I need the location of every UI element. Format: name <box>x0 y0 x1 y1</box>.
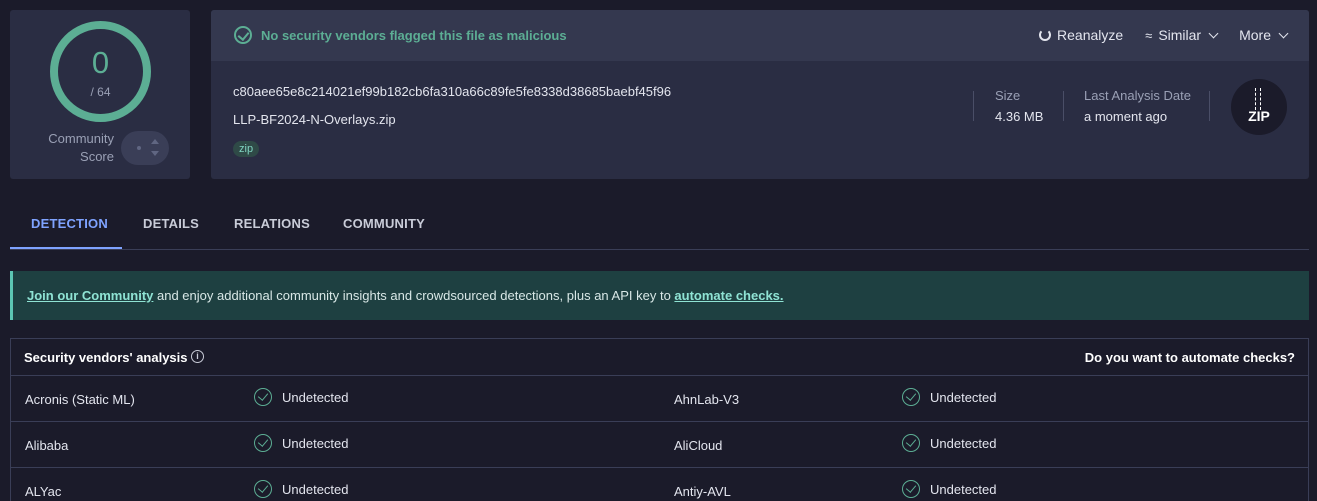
vendor-result: Undetected <box>902 480 997 498</box>
file-name: LLP-BF2024-N-Overlays.zip <box>233 112 396 127</box>
table-row: Acronis (Static ML) Undetected AhnLab-V3… <box>11 376 1308 422</box>
vendor-name: Antiy-AVL <box>674 484 731 499</box>
check-circle-icon <box>234 26 252 44</box>
vote-indicator-icon <box>137 146 141 150</box>
detection-score-ring: 0 / 64 <box>50 21 151 122</box>
file-info-card: No security vendors flagged this file as… <box>211 10 1309 179</box>
vendor-result: Undetected <box>254 480 349 498</box>
reload-icon <box>1039 29 1052 41</box>
vendor-name: AliCloud <box>674 438 723 453</box>
info-icon[interactable]: i <box>191 350 204 363</box>
vendor-result: Undetected <box>254 434 349 452</box>
check-circle-icon <box>254 434 272 452</box>
table-row: ALYac Undetected Antiy-AVL Undetected <box>11 468 1308 501</box>
chevron-down-icon <box>1208 28 1219 38</box>
vendor-name: Alibaba <box>25 438 69 453</box>
vendor-name: Acronis (Static ML) <box>25 392 135 407</box>
verdict-banner: No security vendors flagged this file as… <box>211 10 1309 61</box>
file-type-tag[interactable]: zip <box>233 141 260 157</box>
divider <box>1209 91 1210 121</box>
table-row: Alibaba Undetected AliCloud Undetected <box>11 422 1308 468</box>
chevron-down-icon <box>1278 28 1289 38</box>
last-analysis-date: Last Analysis Date a moment ago <box>1084 88 1191 124</box>
divider <box>973 91 974 121</box>
reanalyze-button[interactable]: Reanalyze <box>1039 27 1123 43</box>
file-size: Size 4.36 MB <box>995 88 1044 124</box>
tab-relations[interactable]: RELATIONS <box>234 216 310 231</box>
more-button[interactable]: More <box>1239 27 1289 43</box>
downvote-icon[interactable] <box>151 151 159 156</box>
tab-details[interactable]: DETAILS <box>143 216 199 231</box>
community-vote-toggle[interactable] <box>121 131 169 165</box>
vendors-header: Security vendors' analysis i Do you want… <box>11 339 1308 376</box>
vendors-title: Security vendors' analysis <box>24 350 188 365</box>
tab-detection[interactable]: DETECTION <box>31 216 108 231</box>
file-actions: Reanalyze ≈ Similar More <box>1039 27 1289 43</box>
check-circle-icon <box>254 388 272 406</box>
zip-file-icon: ZIP <box>1231 79 1287 135</box>
similar-button[interactable]: ≈ Similar <box>1145 27 1219 43</box>
vendors-analysis-table: Security vendors' analysis i Do you want… <box>10 338 1309 501</box>
join-community-text: and enjoy additional community insights … <box>153 288 675 303</box>
tab-community[interactable]: COMMUNITY <box>343 216 425 231</box>
join-community-link[interactable]: Join our Community <box>27 288 153 303</box>
upvote-icon[interactable] <box>151 139 159 144</box>
check-circle-icon <box>902 388 920 406</box>
vendor-result: Undetected <box>902 434 997 452</box>
check-circle-icon <box>902 434 920 452</box>
vendor-result: Undetected <box>902 388 997 406</box>
vendor-name: AhnLab-V3 <box>674 392 740 407</box>
automate-checks-prompt[interactable]: Do you want to automate checks? <box>1085 350 1295 365</box>
active-tab-indicator <box>10 247 122 249</box>
community-score-card: 0 / 64 Community Score <box>10 10 190 179</box>
report-tabs: DETECTION DETAILS RELATIONS COMMUNITY <box>10 206 1309 250</box>
vendor-name: ALYac <box>25 484 62 499</box>
vendor-result: Undetected <box>254 388 349 406</box>
file-hash[interactable]: c80aee65e8c214021ef99b182cb6fa310a66c89f… <box>233 84 671 99</box>
automate-checks-link[interactable]: automate checks. <box>674 288 783 303</box>
community-score-label: Community Score <box>48 131 114 164</box>
vendor-total: / 64 <box>90 85 111 99</box>
detection-count: 0 <box>91 45 110 80</box>
check-circle-icon <box>902 480 920 498</box>
check-circle-icon <box>254 480 272 498</box>
divider <box>1063 91 1064 121</box>
similar-icon: ≈ <box>1145 27 1153 43</box>
join-community-notice: Join our Community and enjoy additional … <box>10 271 1309 320</box>
verdict-message: No security vendors flagged this file as… <box>261 28 567 43</box>
